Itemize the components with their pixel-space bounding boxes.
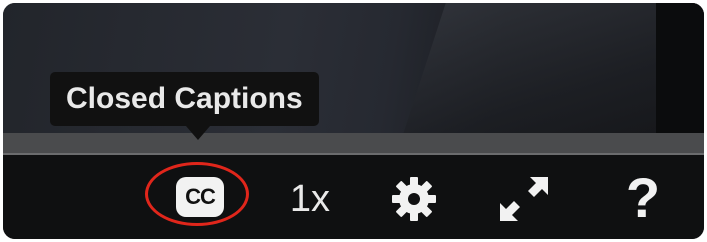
settings-button[interactable] <box>386 174 442 224</box>
video-edge <box>656 3 704 133</box>
fullscreen-button[interactable] <box>494 172 554 226</box>
closed-captions-tooltip: Closed Captions <box>50 72 319 126</box>
tooltip-arrow <box>186 126 210 140</box>
control-bar <box>3 155 704 239</box>
gear-icon <box>392 177 436 221</box>
cc-icon: CC <box>176 177 224 217</box>
progress-bar[interactable] <box>3 133 704 155</box>
playback-speed-button[interactable]: 1x <box>280 174 340 224</box>
expand-arrows-icon <box>500 177 548 221</box>
closed-captions-button[interactable]: CC <box>145 162 255 232</box>
help-button[interactable]: ? <box>618 168 668 228</box>
